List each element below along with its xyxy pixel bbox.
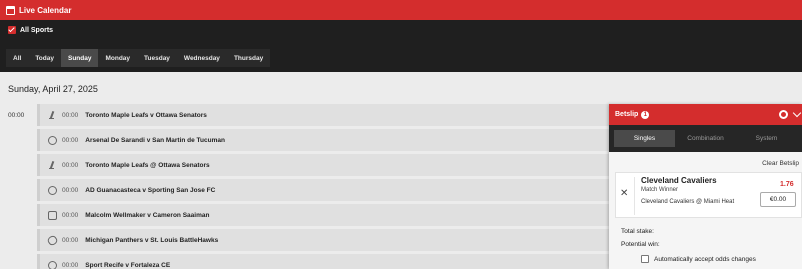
hockey-icon [48,111,57,120]
event-time: 00:00 [62,211,79,219]
betslip-tabs: Singles Combination System [609,125,802,152]
betslip-header[interactable]: Betslip 1 [609,104,802,125]
betslip-totals: Total stake: Potential win: [621,228,660,254]
event-row[interactable]: 00:00 Toronto Maple Leafs v Ottawa Senat… [37,104,637,126]
event-time: 00:00 [62,236,79,244]
clear-betslip-link[interactable]: Clear Betslip [762,160,799,167]
date-heading: Sunday, April 27, 2025 [8,84,98,94]
event-time: 00:00 [62,136,79,144]
calendar-icon [6,5,15,15]
betslip-title: Betslip [615,111,639,118]
soccer-ball-icon [48,185,57,195]
soccer-ball-icon [48,135,57,145]
event-name: AD Guanacasteca v Sporting San Jose FC [85,186,216,194]
accept-odds-option[interactable]: Automatically accept odds changes [641,255,756,263]
tab-monday[interactable]: Monday [98,49,138,67]
selection-team: Cleveland Cavaliers [641,176,717,185]
event-name: Malcolm Wellmaker v Cameron Saaiman [85,211,210,219]
tab-thursday[interactable]: Thursday [226,49,271,67]
event-time: 00:00 [62,161,79,169]
page-title: Live Calendar [19,5,72,15]
tab-sunday[interactable]: Sunday [60,49,99,67]
all-sports-filter[interactable]: All Sports [8,26,53,34]
selection-event: Cleveland Cavaliers @ Miami Heat [641,199,735,205]
tab-today[interactable]: Today [28,49,61,67]
time-group-label: 00:00 [8,112,25,119]
betslip-count-badge: 1 [641,110,650,119]
event-row[interactable]: 00:00 Malcolm Wellmaker v Cameron Saaima… [37,204,637,226]
gear-icon[interactable] [779,110,788,119]
accept-odds-label: Automatically accept odds changes [654,255,756,263]
tab-system[interactable]: System [736,130,797,147]
stake-input[interactable] [760,192,796,207]
event-name: Toronto Maple Leafs @ Ottawa Senators [85,161,210,169]
event-time: 00:00 [62,111,79,119]
tab-tuesday[interactable]: Tuesday [137,49,177,67]
event-name: Michigan Panthers v St. Louis BattleHawk… [85,236,219,244]
accept-odds-checkbox[interactable] [641,255,649,263]
event-time: 00:00 [62,261,79,269]
checkbox-checked-icon[interactable] [8,26,16,34]
tab-combination[interactable]: Combination [675,130,736,147]
selection-market: Match Winner [641,187,679,193]
top-bar: Live Calendar [0,0,802,20]
chevron-down-icon[interactable] [792,108,802,118]
tab-all[interactable]: All [6,49,29,67]
total-stake-label: Total stake: [621,228,654,235]
close-icon[interactable]: ✕ [620,188,628,199]
event-name: Arsenal De Sarandi v San Martin de Tucum… [85,136,225,144]
all-sports-label: All Sports [20,26,54,34]
day-tabs: All Today Sunday Monday Tuesday Wednesda… [6,49,271,67]
bet-selection: ✕ Cleveland Cavaliers Match Winner Cleve… [615,172,802,218]
soccer-ball-icon [48,260,57,269]
betslip-panel: Betslip 1 Singles Combination System Cle… [609,104,802,269]
event-row[interactable]: 00:00 Michigan Panthers v St. Louis Batt… [37,229,637,251]
potential-win-label: Potential win: [621,241,660,248]
event-list: 00:00 Toronto Maple Leafs v Ottawa Senat… [37,104,637,269]
event-row[interactable]: 00:00 Toronto Maple Leafs @ Ottawa Senat… [37,154,637,176]
boxing-glove-icon [48,210,57,220]
american-football-icon [46,233,59,247]
event-row[interactable]: 00:00 Arsenal De Sarandi v San Martin de… [37,129,637,151]
event-name: Sport Recife v Fortaleza CE [85,261,171,269]
divider [634,177,635,215]
event-name: Toronto Maple Leafs v Ottawa Senators [85,111,207,119]
event-row[interactable]: 00:00 AD Guanacasteca v Sporting San Jos… [37,179,637,201]
event-time: 00:00 [62,186,79,194]
selection-odds: 1.76 [780,181,794,188]
event-row[interactable]: 00:00 Sport Recife v Fortaleza CE [37,254,637,269]
tab-singles[interactable]: Singles [614,130,675,147]
hockey-icon [48,161,57,170]
tab-wednesday[interactable]: Wednesday [176,49,227,67]
